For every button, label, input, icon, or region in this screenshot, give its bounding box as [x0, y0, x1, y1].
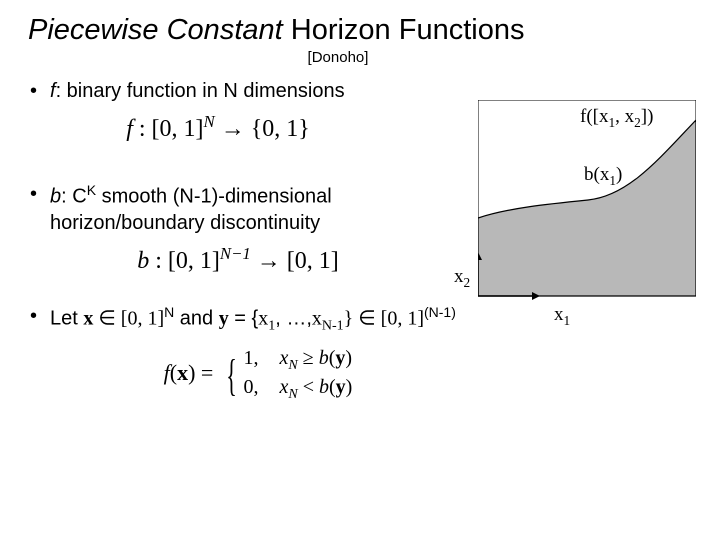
bullet-let-y: y [219, 308, 229, 330]
horizon-plot-svg [478, 100, 696, 318]
bullet-let-in1: ∈ [0, 1] [93, 308, 164, 330]
case1-val: 1, [243, 346, 269, 370]
bullet-f-text: : binary function in N dimensions [56, 80, 345, 102]
figure-b-label: b(x1) [584, 164, 622, 189]
horizon-figure: f([x1, x2]) b(x1) x2 x1 [478, 100, 696, 318]
figure-x2-label: x2 [454, 266, 470, 291]
attribution: [Donoho] [148, 49, 528, 66]
bullet-let-close: } ∈ [0, 1] [344, 308, 424, 330]
formula-piecewise: f(x) = { 1, xN ≥ b(y) 0, xN < b(y) [28, 346, 488, 404]
figure-x1-label: x1 [554, 304, 570, 329]
formula-f-map: f : [0, 1]N → {0, 1} [28, 112, 408, 143]
bullet-let-and: and [174, 308, 218, 330]
bullet-let-pre: Let [50, 308, 83, 330]
figure-f-label: f([x1, x2]) [580, 106, 653, 131]
bullet-let-x1: x [258, 308, 268, 330]
case2-val: 0, [243, 375, 269, 399]
bullet-b: b: CK smooth (N-1)-dimensional horizon/b… [28, 181, 470, 236]
bullet-let-dots: , …, [275, 308, 312, 330]
formula-b-map: b : [0, 1]N−1 → [0, 1] [28, 244, 448, 275]
slide-title: Piecewise Constant Horizon Functions [28, 14, 692, 47]
bullet-b-mid: : C [61, 186, 87, 208]
bullet-let-x: x [83, 308, 93, 330]
bullet-f: f: binary function in N dimensions [28, 78, 470, 104]
bullet-let-xnsub: N-1 [322, 319, 344, 334]
title-rest: Horizon Functions [283, 14, 525, 46]
bullet-let-xn: x [312, 308, 322, 330]
title-italic: Piecewise Constant [28, 14, 283, 46]
bullet-let-eq: = { [229, 308, 258, 330]
bullet-b-sup: K [87, 182, 96, 198]
bullet-let-n: N [164, 304, 174, 320]
bullet-b-var: b [50, 186, 61, 208]
bullet-let-exp: (N-1) [424, 304, 456, 320]
